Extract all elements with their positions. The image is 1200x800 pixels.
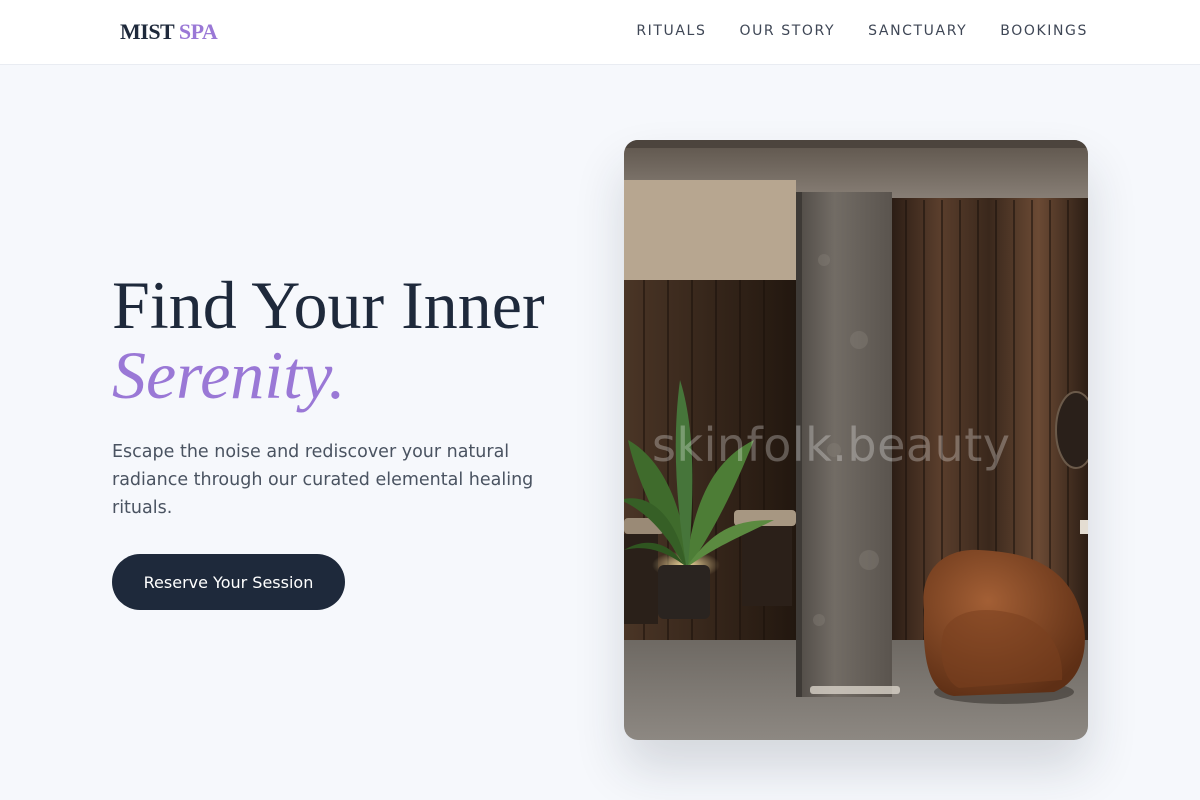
hero-title: Find Your Inner Serenity. <box>112 270 545 410</box>
nav-link-sanctuary[interactable]: SANCTUARY <box>868 22 967 40</box>
nav-link-bookings[interactable]: BOOKINGS <box>1000 22 1088 40</box>
brand-logo[interactable]: MIST SPA <box>120 19 218 45</box>
image-watermark: skinfolk.beauty <box>652 418 1011 472</box>
nav-link-our-story[interactable]: OUR STORY <box>739 22 835 40</box>
brand-name-secondary: SPA <box>178 19 218 44</box>
main-nav: RITUALS OUR STORY SANCTUARY BOOKINGS <box>636 22 1088 40</box>
nav-link-rituals[interactable]: RITUALS <box>636 22 706 40</box>
hero-title-line1: Find Your Inner <box>112 267 545 343</box>
reserve-session-button[interactable]: Reserve Your Session <box>112 554 345 610</box>
hero-title-accent: Serenity. <box>112 337 346 413</box>
hero-image: skinfolk.beauty <box>624 140 1088 740</box>
brand-name-primary: MIST <box>120 19 174 44</box>
hero-subtitle: Escape the noise and rediscover your nat… <box>112 442 534 518</box>
site-header: MIST SPA RITUALS OUR STORY SANCTUARY BOO… <box>0 0 1200 65</box>
